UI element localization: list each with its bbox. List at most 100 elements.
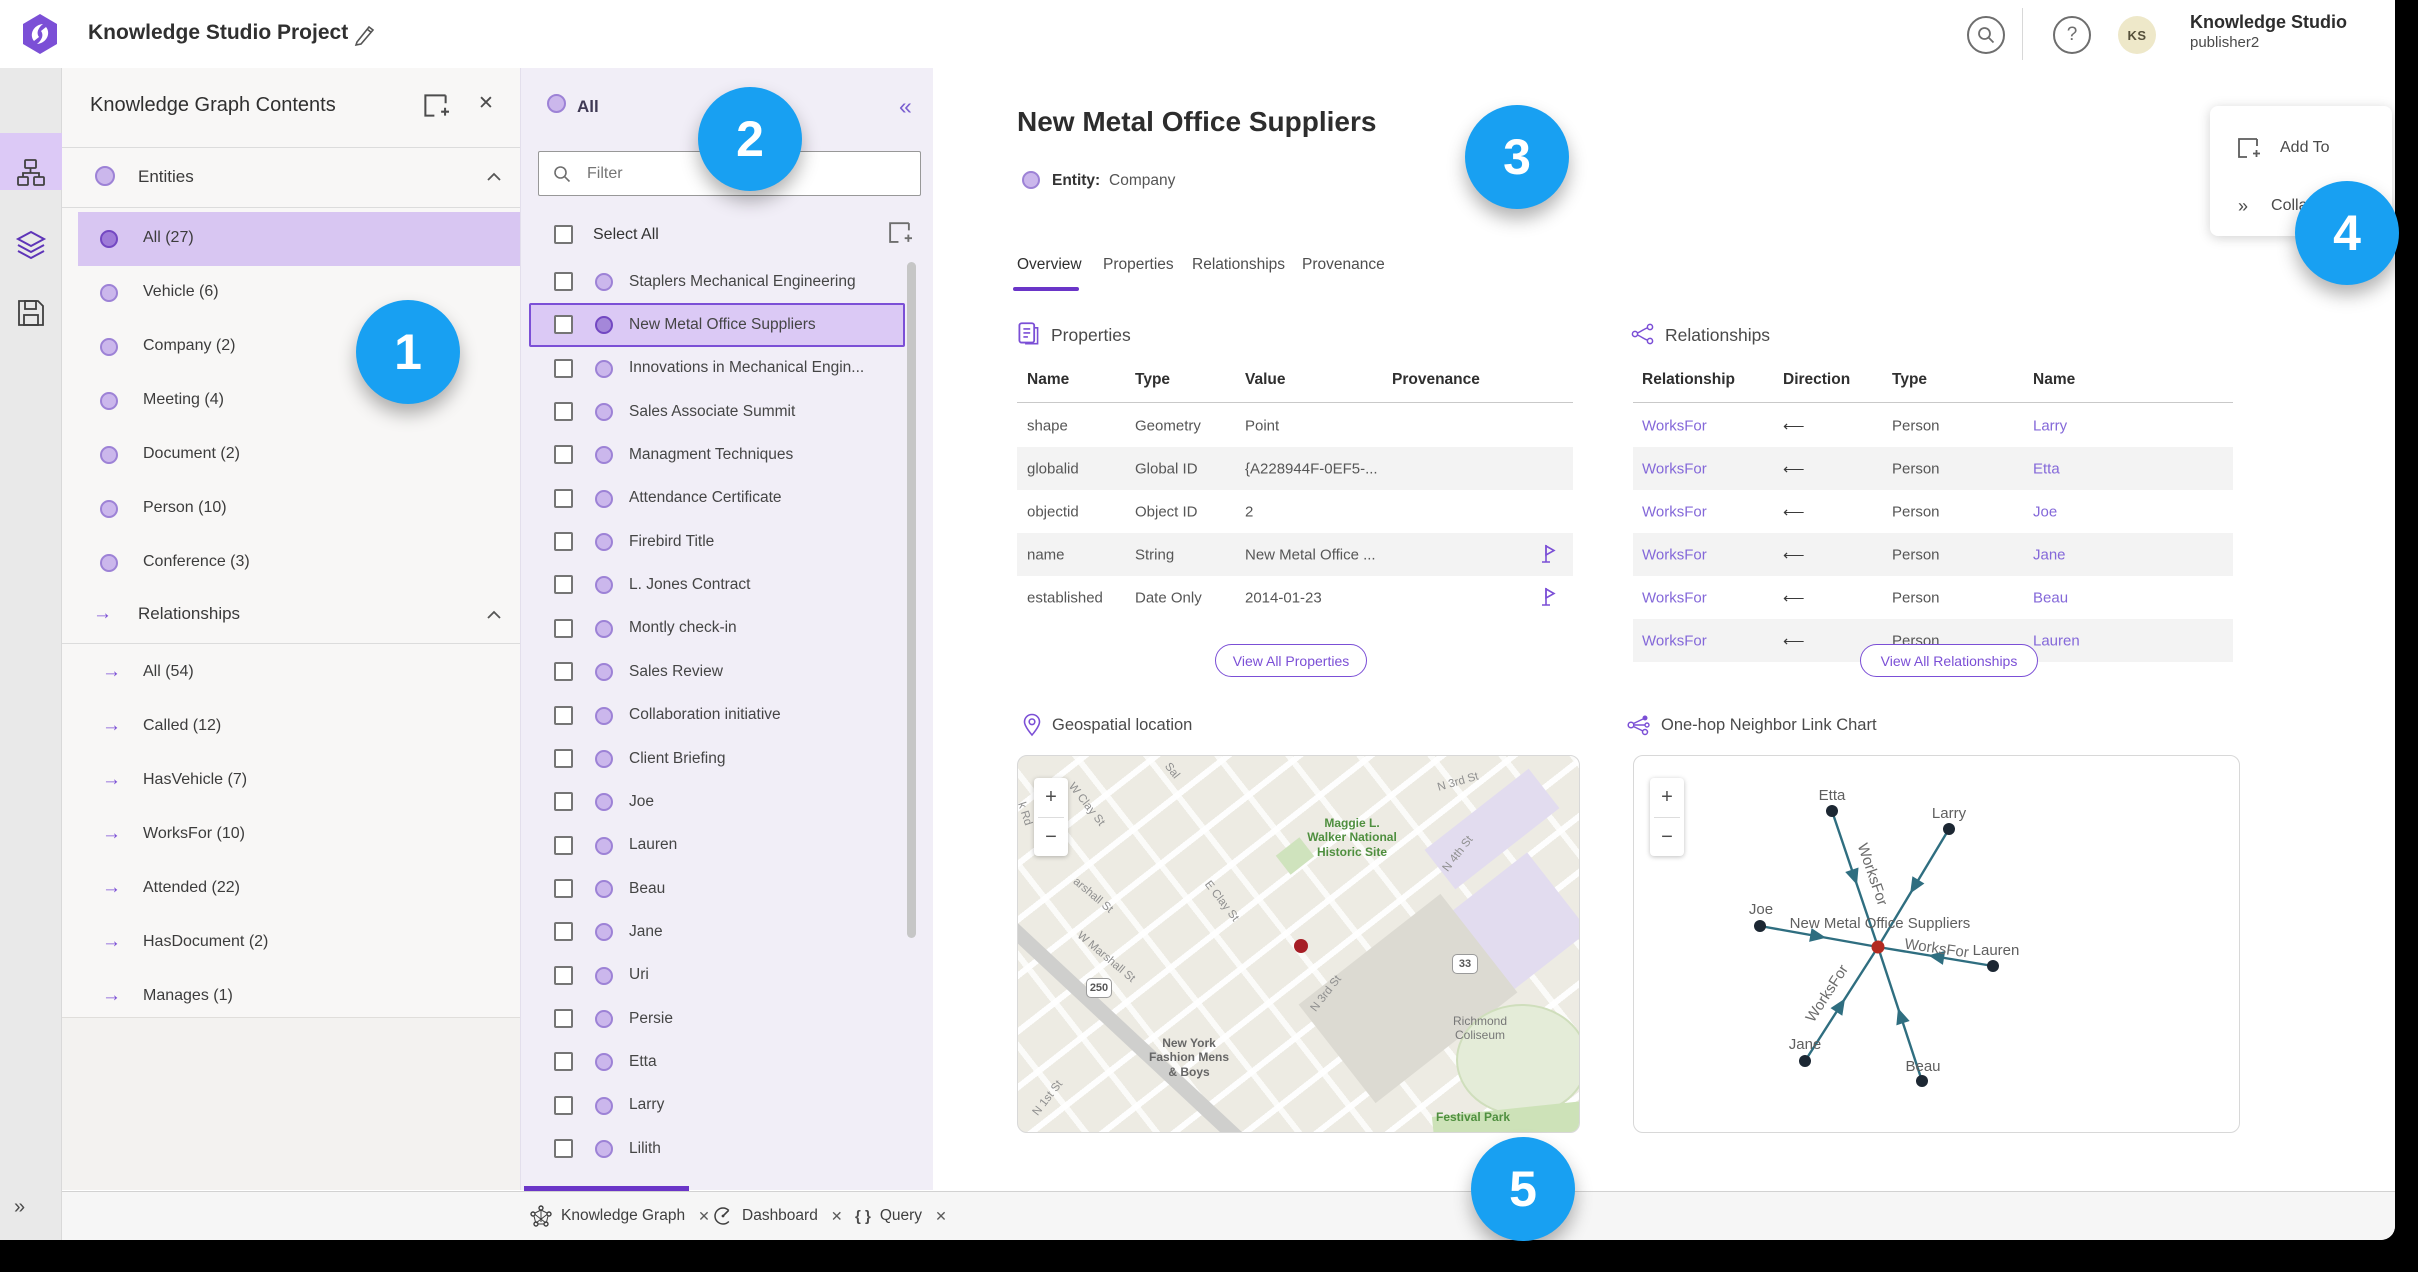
item-checkbox[interactable]: [554, 922, 573, 942]
entity-item-vehicle[interactable]: Vehicle (6): [62, 266, 520, 320]
one-hop-link-chart[interactable]: + − WorksFor WorksFor WorksFor Etta Larry Joe…: [1633, 755, 2240, 1133]
tab-overview[interactable]: Overview: [1017, 256, 1082, 274]
view-all-relationships-button[interactable]: View All Relationships: [1860, 644, 2038, 677]
list-item[interactable]: Jane: [521, 910, 921, 953]
item-checkbox[interactable]: [554, 662, 573, 682]
save-button[interactable]: [14, 296, 48, 330]
edit-pencil-icon[interactable]: [352, 21, 378, 47]
relationship-item-hasdocument[interactable]: → HasDocument (2): [62, 916, 520, 970]
relationship-item-attended[interactable]: → Attended (22): [62, 862, 520, 916]
list-item[interactable]: Managment Techniques: [521, 433, 921, 476]
entity-link[interactable]: Larry: [2033, 417, 2067, 434]
item-checkbox[interactable]: [554, 1095, 573, 1115]
item-checkbox[interactable]: [554, 1139, 573, 1158]
close-tab-icon[interactable]: ✕: [935, 1208, 947, 1225]
relationship-item-worksfor[interactable]: → WorksFor (10): [62, 808, 520, 862]
close-tab-icon[interactable]: ✕: [831, 1208, 843, 1225]
list-item[interactable]: Sales Associate Summit: [521, 390, 921, 433]
entity-item-all[interactable]: All (27): [62, 212, 520, 266]
item-checkbox[interactable]: [554, 1052, 573, 1072]
list-item[interactable]: Larry: [521, 1084, 921, 1127]
item-checkbox[interactable]: [554, 532, 573, 552]
link-node[interactable]: [1754, 920, 1766, 932]
entities-section-header[interactable]: Entities: [62, 152, 520, 207]
entity-item-conference[interactable]: Conference (3): [62, 536, 520, 590]
provenance-flag-icon[interactable]: [1539, 543, 1557, 565]
relationship-item-all[interactable]: → All (54): [62, 646, 520, 700]
entity-link[interactable]: Lauren: [2033, 632, 2080, 649]
close-icon[interactable]: ✕: [478, 92, 494, 115]
item-checkbox[interactable]: [554, 792, 573, 812]
link-node[interactable]: [1916, 1075, 1928, 1087]
chevron-up-icon[interactable]: [486, 172, 502, 182]
zoom-out-button[interactable]: −: [1034, 818, 1068, 857]
entity-item-meeting[interactable]: Meeting (4): [62, 374, 520, 428]
geospatial-map[interactable]: + − W Clay St k Rd Sal N 3rd St Maggie L…: [1017, 755, 1580, 1133]
view-tab-query[interactable]: { } Query ✕: [855, 1192, 947, 1240]
list-item[interactable]: Firebird Title: [521, 520, 921, 563]
relationship-item-called[interactable]: → Called (12): [62, 700, 520, 754]
list-item[interactable]: Sales Review: [521, 650, 921, 693]
entity-item-document[interactable]: Document (2): [62, 428, 520, 482]
tab-relationships[interactable]: Relationships: [1192, 256, 1285, 274]
item-checkbox[interactable]: [554, 835, 573, 855]
item-checkbox[interactable]: [554, 1008, 573, 1028]
zoom-in-button[interactable]: +: [1034, 778, 1068, 817]
list-item[interactable]: Uri: [521, 954, 921, 997]
chevron-up-icon[interactable]: [486, 610, 502, 620]
link-chart-svg[interactable]: WorksForWorksForWorksForEttaLarryJoeLaur…: [1634, 756, 2240, 1133]
list-item[interactable]: Attendance Certificate: [521, 477, 921, 520]
list-item[interactable]: Lauren: [521, 824, 921, 867]
list-item[interactable]: Etta: [521, 1040, 921, 1083]
link-node[interactable]: [1987, 960, 1999, 972]
link-node[interactable]: [1943, 823, 1955, 835]
close-tab-icon[interactable]: ✕: [698, 1208, 710, 1225]
item-checkbox[interactable]: [554, 315, 573, 335]
add-to-map-icon[interactable]: [887, 220, 912, 245]
list-item[interactable]: Collaboration initiative: [521, 694, 921, 737]
list-scrollbar-thumb[interactable]: [907, 262, 916, 938]
link-node[interactable]: [1826, 805, 1838, 817]
help-button[interactable]: ?: [2053, 16, 2091, 54]
list-item[interactable]: Beau: [521, 867, 921, 910]
zoom-in-button[interactable]: +: [1650, 778, 1684, 817]
rail-expand-button[interactable]: »: [14, 1196, 25, 1219]
view-tab-knowledge-graph[interactable]: Knowledge Graph ✕: [530, 1192, 710, 1240]
entity-link[interactable]: Joe: [2033, 503, 2057, 520]
entity-link[interactable]: Beau: [2033, 589, 2068, 606]
item-checkbox[interactable]: [554, 748, 573, 768]
search-button[interactable]: [1967, 16, 2005, 54]
provenance-flag-icon[interactable]: [1539, 586, 1557, 608]
item-checkbox[interactable]: [554, 358, 573, 378]
list-item[interactable]: Lilith: [521, 1127, 921, 1170]
zoom-out-button[interactable]: −: [1650, 818, 1684, 857]
list-item[interactable]: L. Jones Contract: [521, 563, 921, 606]
center-node[interactable]: [1871, 940, 1885, 954]
relationship-link[interactable]: WorksFor: [1642, 503, 1707, 520]
relationship-item-hasvehicle[interactable]: → HasVehicle (7): [62, 754, 520, 808]
link-node[interactable]: [1799, 1055, 1811, 1067]
knowledge-studio-logo-icon[interactable]: [21, 13, 59, 55]
list-item[interactable]: New Metal Office Suppliers: [521, 303, 921, 347]
relationship-link[interactable]: WorksFor: [1642, 417, 1707, 434]
item-checkbox[interactable]: [554, 402, 573, 422]
avatar[interactable]: KS: [2118, 16, 2156, 54]
item-checkbox[interactable]: [554, 878, 573, 898]
tab-provenance[interactable]: Provenance: [1302, 256, 1385, 274]
entity-link[interactable]: Jane: [2033, 546, 2066, 563]
relationships-section-header[interactable]: → Relationships: [62, 590, 520, 643]
select-all-checkbox[interactable]: [554, 225, 573, 244]
list-item[interactable]: Joe: [521, 780, 921, 823]
collapse-panel-icon[interactable]: «: [899, 93, 912, 120]
item-checkbox[interactable]: [554, 445, 573, 465]
layers-button-selected[interactable]: [14, 228, 48, 262]
relationship-link[interactable]: WorksFor: [1642, 632, 1707, 649]
add-to-map-icon[interactable]: [422, 92, 449, 119]
relationship-link[interactable]: WorksFor: [1642, 460, 1707, 477]
tab-properties[interactable]: Properties: [1103, 256, 1174, 274]
list-item[interactable]: Innovations in Mechanical Engin...: [521, 347, 921, 390]
item-checkbox[interactable]: [554, 272, 573, 291]
list-item[interactable]: Montly check-in: [521, 607, 921, 650]
relationship-link[interactable]: WorksFor: [1642, 546, 1707, 563]
list-item[interactable]: Client Briefing: [521, 737, 921, 780]
